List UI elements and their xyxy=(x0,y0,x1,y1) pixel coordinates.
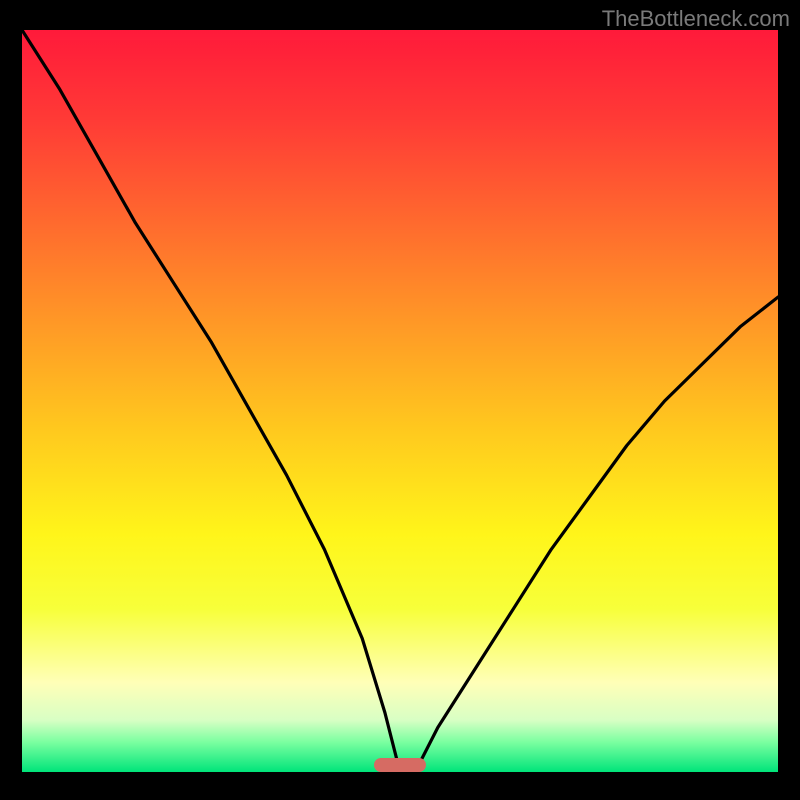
optimal-marker xyxy=(374,758,427,772)
bottleneck-curve xyxy=(22,30,778,772)
plot-area xyxy=(22,30,778,772)
chart-container: TheBottleneck.com xyxy=(0,0,800,800)
bottom-border xyxy=(22,772,778,800)
watermark-text: TheBottleneck.com xyxy=(602,6,790,32)
